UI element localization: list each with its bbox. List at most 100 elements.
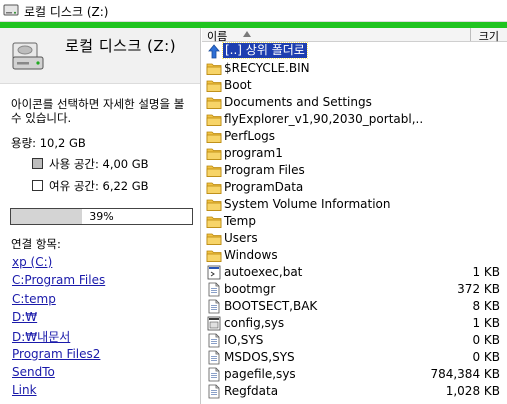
folder-row[interactable]: Windows (202, 247, 507, 264)
item-name: System Volume Information (224, 197, 391, 211)
item-name: config,sys (224, 316, 285, 330)
folder-icon (206, 95, 222, 110)
folder-icon (206, 61, 222, 76)
folder-icon (206, 146, 222, 161)
item-size: 0 KB (472, 350, 500, 364)
folder-row[interactable]: $RECYCLE.BIN (202, 60, 507, 77)
hard-drive-icon (12, 42, 44, 70)
drive-description: 아이콘를 선택하면 자세한 설명을 볼 수 있습니다. (11, 97, 185, 125)
drive-header: 로컬 디스크 (Z:) (0, 28, 200, 84)
shortcut-link[interactable]: D:₩내문서 (12, 328, 70, 345)
info-pane: 로컬 디스크 (Z:) 아이콘를 선택하면 자세한 설명을 볼 수 있습니다. … (0, 28, 201, 404)
item-size: 1 KB (472, 316, 500, 330)
item-name: Documents and Settings (224, 95, 372, 109)
item-name: program1 (224, 146, 283, 160)
folder-row[interactable]: Boot (202, 77, 507, 94)
folder-icon (206, 248, 222, 263)
folder-row[interactable]: Users (202, 230, 507, 247)
folder-icon (206, 214, 222, 229)
file-row[interactable]: config,sys 1 KB (202, 315, 507, 332)
column-header: 이름 크기 (202, 28, 507, 44)
item-name: Temp (224, 214, 256, 228)
item-name: ProgramData (224, 180, 304, 194)
folder-icon (206, 163, 222, 178)
item-name: MSDOS,SYS (224, 350, 295, 364)
folder-icon (206, 197, 222, 212)
shortcut-link[interactable]: Program Files2 (12, 347, 100, 361)
item-name: $RECYCLE.BIN (224, 61, 310, 75)
column-name-label: 이름 (207, 30, 228, 43)
item-name: pagefile,sys (224, 367, 296, 381)
item-size: 372 KB (457, 282, 500, 296)
shortcut-link[interactable]: D:₩ (12, 310, 37, 324)
item-size: 1,028 KB (445, 384, 500, 398)
item-name: Program Files (224, 163, 305, 177)
system-file-icon (206, 299, 222, 314)
folder-icon (206, 231, 222, 246)
item-size: 784,384 KB (430, 367, 500, 381)
file-row[interactable]: BOOTSECT,BAK 8 KB (202, 298, 507, 315)
usage-progress-bar: 39% (10, 208, 193, 225)
item-name: Users (224, 231, 258, 245)
window-titlebar: 로컬 디스크 (Z:) (0, 0, 507, 22)
column-name-header[interactable]: 이름 (206, 28, 466, 43)
system-file-icon (206, 350, 222, 365)
folder-row[interactable]: Program Files (202, 162, 507, 179)
item-size: 0 KB (472, 333, 500, 347)
file-list-pane: 이름 크기 [..] 상위 폴더로 $RECYCLE.BIN Boot Documen… (202, 28, 507, 404)
folder-icon (206, 129, 222, 144)
file-row[interactable]: pagefile,sys 784,384 KB (202, 366, 507, 383)
system-file-icon (206, 282, 222, 297)
folder-row[interactable]: program1 (202, 145, 507, 162)
item-name: Regfdata (224, 384, 279, 398)
free-space-swatch (32, 180, 43, 191)
folder-row[interactable]: ProgramData (202, 179, 507, 196)
shortcut-link[interactable]: C:temp (12, 292, 56, 306)
item-name: IO,SYS (224, 333, 264, 347)
item-size: 1 KB (472, 265, 500, 279)
file-row[interactable]: autoexec,bat 1 KB (202, 264, 507, 281)
drive-title: 로컬 디스크 (Z:) (65, 37, 177, 55)
system-file-icon (206, 384, 222, 399)
item-name: Boot (224, 78, 252, 92)
item-name: BOOTSECT,BAK (224, 299, 318, 313)
folder-row[interactable]: flyExplorer_v1,90,2030_portabl,.. (202, 111, 507, 128)
folder-row[interactable]: System Volume Information (202, 196, 507, 213)
file-row[interactable]: Regfdata 1,028 KB (202, 383, 507, 400)
capacity-label: 용량: 10,2 GB (11, 136, 86, 150)
file-row[interactable]: IO,SYS 0 KB (202, 332, 507, 349)
column-divider[interactable] (470, 28, 471, 41)
item-name: PerfLogs (224, 129, 276, 143)
folder-icon (206, 112, 222, 127)
shortcut-link[interactable]: SendTo (12, 365, 55, 379)
item-name: flyExplorer_v1,90,2030_portabl,.. (224, 112, 424, 126)
item-name: bootmgr (224, 282, 276, 296)
shortcut-link[interactable]: xp (C:) (12, 255, 52, 269)
column-size-header[interactable]: 크기 (479, 28, 499, 44)
up-folder-icon (206, 44, 222, 59)
item-name: autoexec,bat (224, 265, 303, 279)
config-file-icon (206, 316, 222, 331)
hard-drive-icon (3, 4, 19, 16)
batch-file-icon (206, 265, 222, 280)
system-file-icon (206, 367, 222, 382)
shortcut-link[interactable]: C:Program Files (12, 273, 105, 287)
folder-icon (206, 78, 222, 93)
file-row[interactable]: MSDOS,SYS 0 KB (202, 349, 507, 366)
item-name: [..] 상위 폴더로 (222, 42, 308, 59)
folder-icon (206, 180, 222, 195)
item-size: 8 KB (472, 299, 500, 313)
system-file-icon (206, 333, 222, 348)
shortcut-link[interactable]: Link (12, 383, 37, 397)
used-space-swatch (32, 158, 43, 169)
item-name: Windows (224, 248, 278, 262)
file-row[interactable]: bootmgr 372 KB (202, 281, 507, 298)
window-title: 로컬 디스크 (Z:) (24, 5, 109, 19)
folder-row[interactable]: [..] 상위 폴더로 (202, 42, 507, 60)
used-space-label: 사용 공간: 4,00 GB (49, 157, 149, 171)
links-heading: 연결 항목: (11, 237, 61, 251)
folder-row[interactable]: Temp (202, 213, 507, 230)
folder-row[interactable]: PerfLogs (202, 128, 507, 145)
folder-row[interactable]: Documents and Settings (202, 94, 507, 111)
usage-percent-label: 39% (89, 210, 114, 223)
